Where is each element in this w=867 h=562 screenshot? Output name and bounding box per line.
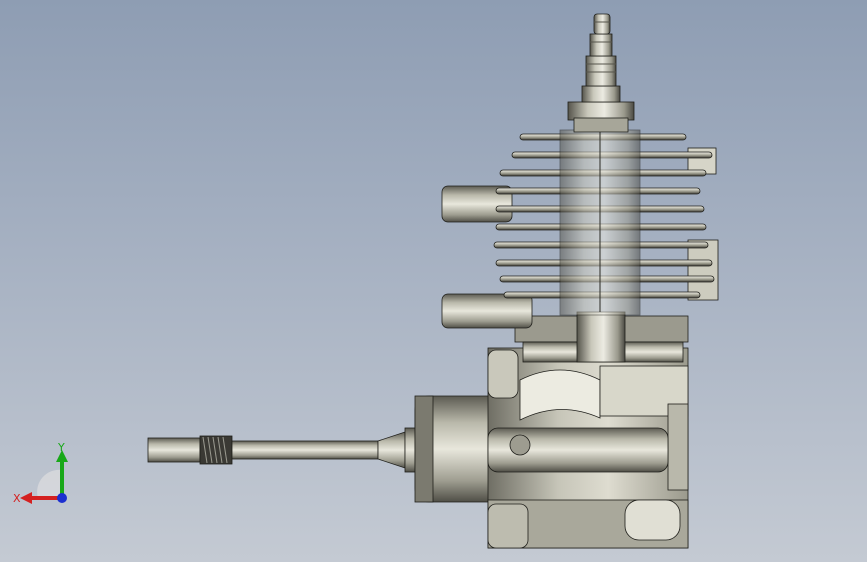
axis-triad: Y X bbox=[13, 441, 68, 505]
cylinder-base[interactable] bbox=[514, 311, 689, 363]
crankcase[interactable] bbox=[487, 347, 689, 549]
engine-model[interactable] bbox=[0, 0, 867, 562]
z-axis-dot bbox=[57, 493, 67, 503]
spark-plug[interactable] bbox=[567, 13, 635, 133]
prop-shaft[interactable] bbox=[147, 427, 418, 473]
triad-plane bbox=[37, 469, 62, 498]
x-axis-label: X bbox=[13, 492, 21, 505]
graphics-viewport[interactable]: Y X bbox=[0, 0, 867, 562]
y-axis-label: Y bbox=[57, 441, 65, 454]
engine-assembly[interactable] bbox=[147, 13, 719, 549]
x-axis-arrowhead bbox=[20, 492, 32, 504]
